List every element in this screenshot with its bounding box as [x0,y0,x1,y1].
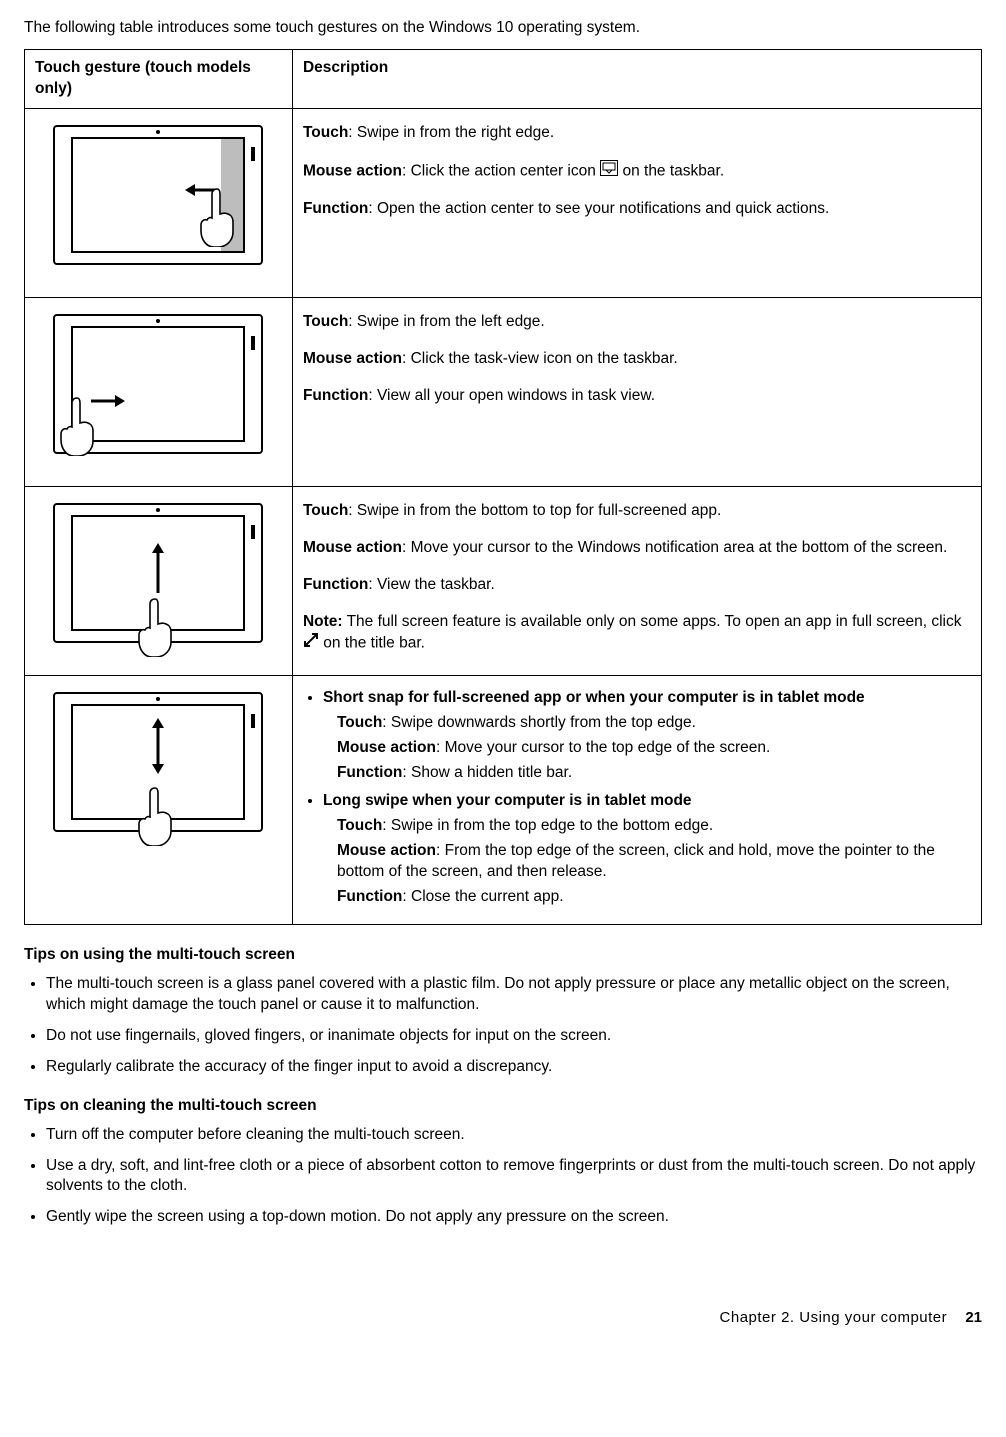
function-label: Function [337,764,402,781]
function-text: : Close the current app. [402,888,563,905]
touch-label: Touch [337,817,382,834]
description-cell: Short snap for full-screened app or when… [292,675,981,924]
list-item: Use a dry, soft, and lint-free cloth or … [46,1156,982,1198]
function-label: Function [337,888,402,905]
touch-label: Touch [303,124,348,141]
function-label: Function [303,200,368,217]
fullscreen-expand-icon [303,632,319,655]
gesture-illustration-swipe-left-edge [25,297,293,486]
touch-label: Touch [337,714,382,731]
note-pre: The full screen feature is available onl… [343,613,962,630]
table-row: Touch: Swipe in from the left edge. Mous… [25,297,982,486]
tips-cleaning-list: Turn off the computer before cleaning th… [24,1125,982,1229]
long-swipe-heading: Long swipe when your computer is in tabl… [323,791,971,812]
note-post: on the title bar. [319,635,425,652]
tips-using-list: The multi-touch screen is a glass panel … [24,974,982,1078]
touch-text: : Swipe in from the bottom to top for fu… [348,502,721,519]
mouse-label: Mouse action [303,539,402,556]
tips-using-heading: Tips on using the multi-touch screen [24,945,982,966]
mouse-label: Mouse action [303,162,402,179]
list-item: Gently wipe the screen using a top-down … [46,1207,982,1228]
th-description: Description [292,49,981,108]
gesture-table: Touch gesture (touch models only) Descri… [24,49,982,925]
gesture-illustration-swipe-top-down [25,675,293,924]
description-cell: Touch: Swipe in from the right edge. Mou… [292,108,981,297]
gesture-illustration-swipe-bottom-up [25,486,293,675]
function-text: : Show a hidden title bar. [402,764,572,781]
list-item: Turn off the computer before cleaning th… [46,1125,982,1146]
table-row: Touch: Swipe in from the right edge. Mou… [25,108,982,297]
mouse-text: : Click the task-view icon on the taskba… [402,350,678,367]
list-item: The multi-touch screen is a glass panel … [46,974,982,1016]
touch-text: : Swipe downwards shortly from the top e… [382,714,696,731]
th-gesture: Touch gesture (touch models only) [25,49,293,108]
function-text: : View all your open windows in task vie… [368,387,655,404]
mouse-text: : Move your cursor to the Windows notifi… [402,539,947,556]
mouse-text: : Move your cursor to the top edge of th… [436,739,770,756]
tips-cleaning-heading: Tips on cleaning the multi-touch screen [24,1096,982,1117]
gesture-illustration-swipe-right-edge [25,108,293,297]
mouse-label: Mouse action [337,842,436,859]
function-label: Function [303,387,368,404]
footer-chapter: Chapter 2. Using your computer [720,1309,948,1326]
intro-text: The following table introduces some touc… [24,18,982,39]
mouse-pre: : Click the action center icon [402,162,600,179]
function-label: Function [303,576,368,593]
note-label: Note: [303,613,343,630]
short-snap-heading: Short snap for full-screened app or when… [323,688,971,709]
touch-label: Touch [303,502,348,519]
list-item: Regularly calibrate the accuracy of the … [46,1057,982,1078]
function-text: : View the taskbar. [368,576,494,593]
mouse-label: Mouse action [337,739,436,756]
footer-page-number: 21 [965,1309,982,1326]
touch-text: : Swipe in from the left edge. [348,313,544,330]
touch-text: : Swipe in from the right edge. [348,124,554,141]
page-footer: Chapter 2. Using your computer 21 [24,1308,982,1328]
touch-label: Touch [303,313,348,330]
table-row: Touch: Swipe in from the bottom to top f… [25,486,982,675]
description-cell: Touch: Swipe in from the left edge. Mous… [292,297,981,486]
list-item: Do not use fingernails, gloved fingers, … [46,1026,982,1047]
action-center-icon [600,160,618,183]
table-row: Short snap for full-screened app or when… [25,675,982,924]
description-cell: Touch: Swipe in from the bottom to top f… [292,486,981,675]
touch-text: : Swipe in from the top edge to the bott… [382,817,713,834]
function-text: : Open the action center to see your not… [368,200,829,217]
mouse-label: Mouse action [303,350,402,367]
mouse-post: on the taskbar. [618,162,724,179]
